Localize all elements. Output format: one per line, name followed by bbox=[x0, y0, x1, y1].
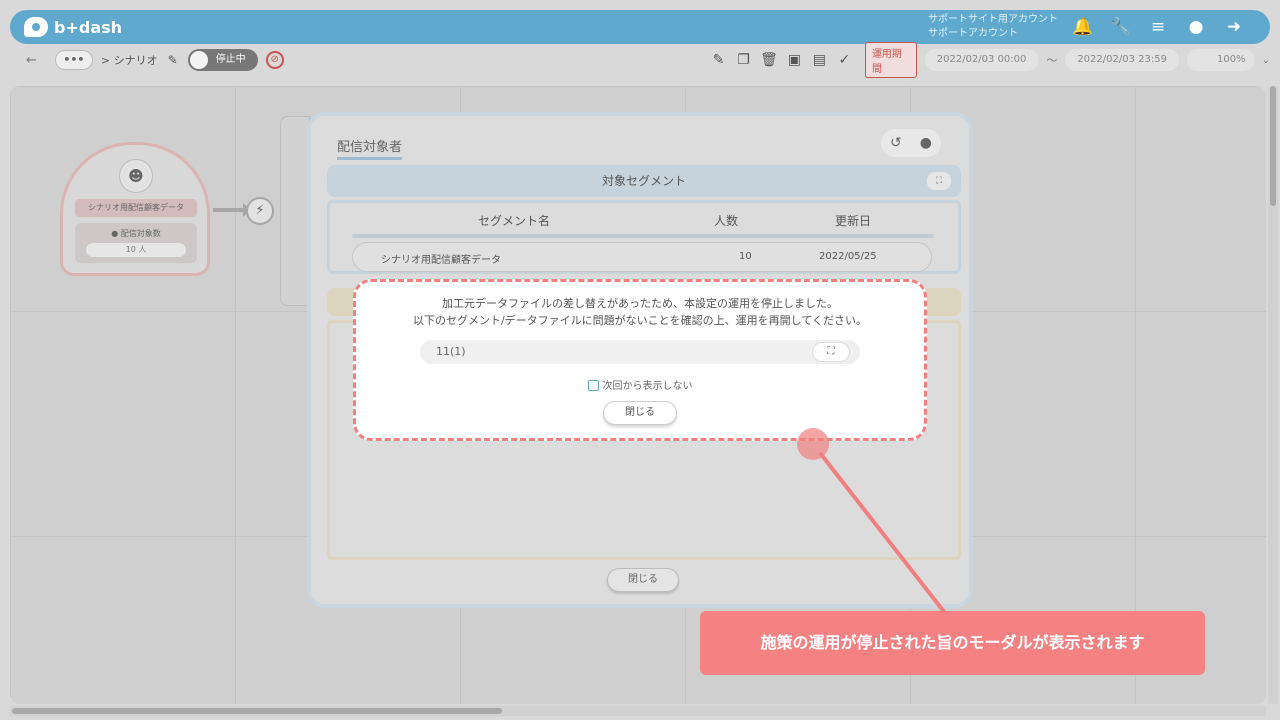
period-button[interactable]: 運用期間 bbox=[864, 42, 917, 78]
bell-icon[interactable]: 🔔 bbox=[1072, 17, 1093, 37]
account-line2: サポートアカウント bbox=[928, 28, 1018, 39]
segment-node[interactable]: ☻ シナリオ用配信顧客データ ● 配信対象数 10 人 bbox=[60, 142, 210, 276]
chat-icon[interactable]: ● bbox=[920, 135, 932, 151]
table-header-divider bbox=[352, 234, 934, 238]
expand-icon[interactable]: ⛶ bbox=[927, 172, 951, 190]
horizontal-scroll-thumb[interactable] bbox=[12, 708, 502, 714]
checkbox-label: 次回から表示しない bbox=[602, 381, 693, 392]
end-date-field[interactable]: 2022/02/03 23:59 bbox=[1065, 49, 1179, 71]
chat-icon[interactable]: ● bbox=[1186, 17, 1206, 37]
segment-table: セグメント名 人数 更新日 シナリオ用配信顧客データ 10 2022/05/25 bbox=[327, 200, 961, 274]
logo-text: b+dash bbox=[54, 17, 123, 37]
breadcrumb-scenario[interactable]: > シナリオ bbox=[101, 52, 158, 68]
person-icon: ● bbox=[111, 229, 119, 238]
account-info[interactable]: サポートサイト用アカウント サポートアカウント bbox=[928, 13, 1058, 41]
lightning-icon[interactable]: ⚡ bbox=[246, 197, 274, 225]
alert-file-item[interactable]: 11(1) ⛶ bbox=[420, 340, 860, 364]
node-count-value: 10 人 bbox=[86, 243, 186, 257]
copy-icon[interactable]: ❐ bbox=[735, 52, 752, 68]
logout-icon[interactable]: ➜ bbox=[1224, 17, 1244, 37]
modal-close-button[interactable]: 閉じる bbox=[607, 568, 679, 592]
column-header-updated: 更新日 bbox=[835, 214, 872, 228]
group-icon: ☻ bbox=[119, 159, 153, 193]
column-header-segment-name: セグメント名 bbox=[478, 214, 551, 228]
logo[interactable]: b+dash bbox=[24, 17, 122, 37]
node-name: シナリオ用配信顧客データ bbox=[75, 199, 197, 217]
date-range-separator: 〜 bbox=[1046, 54, 1058, 67]
logo-icon bbox=[24, 17, 48, 37]
document-icon[interactable]: ▤ bbox=[811, 52, 828, 68]
dont-show-again-checkbox[interactable]: 次回から表示しない bbox=[353, 377, 927, 392]
edit-pencil-icon[interactable]: ✎ bbox=[168, 53, 178, 67]
operation-stopped-alert: 加工元データファイルの差し替えがあったため、本設定の運用を停止しました。 以下の… bbox=[353, 279, 927, 441]
check-circle-icon[interactable]: ✓ bbox=[836, 52, 853, 68]
row-segment-name: シナリオ用配信顧客データ bbox=[381, 255, 501, 266]
modal-header-actions: ↺ ● bbox=[881, 129, 941, 157]
breadcrumb-more-button[interactable]: ••• bbox=[54, 50, 93, 70]
toolbar: ← ••• > シナリオ ✎ 停止中 ⊘ ✎ ❐ 🗑 ▣ ▤ ✓ 運用期間 20… bbox=[10, 42, 1270, 78]
annotation-callout: 施策の運用が停止された旨のモーダルが表示されます bbox=[700, 611, 1205, 675]
top-header: b+dash サポートサイト用アカウント サポートアカウント 🔔 🔧 ≡ ● ➜ bbox=[10, 10, 1270, 44]
node-palette[interactable] bbox=[280, 116, 310, 306]
chevron-down-icon[interactable]: ⌄ bbox=[1262, 55, 1270, 66]
grid-icon[interactable]: ≡ bbox=[1148, 17, 1168, 37]
horizontal-scrollbar[interactable] bbox=[10, 706, 1266, 716]
alert-message-line2: 以下のセグメント/データファイルに問題がないことを確認の上、運用を再開してくださ… bbox=[412, 314, 868, 327]
start-date-field[interactable]: 2022/02/03 00:00 bbox=[924, 49, 1039, 71]
alert-file-name: 11(1) bbox=[436, 345, 466, 358]
node-count-label: 配信対象数 bbox=[120, 229, 161, 238]
segment-section-header: 対象セグメント ⛶ bbox=[327, 165, 961, 197]
edit-icon[interactable]: ✎ bbox=[710, 52, 727, 68]
connector-arrow bbox=[213, 203, 251, 217]
table-row[interactable]: シナリオ用配信顧客データ 10 2022/05/25 bbox=[352, 242, 932, 272]
column-header-count: 人数 bbox=[714, 214, 739, 228]
modal-title: 配信対象者 bbox=[337, 136, 403, 160]
back-arrow-icon[interactable]: ← bbox=[26, 53, 37, 68]
alert-message: 加工元データファイルの差し替えがあったため、本設定の運用を停止しました。 以下の… bbox=[353, 295, 927, 329]
stop-prohibited-icon[interactable]: ⊘ bbox=[265, 51, 284, 69]
checkbox-icon[interactable] bbox=[587, 380, 599, 391]
status-toggle[interactable]: 停止中 bbox=[187, 49, 258, 71]
row-count: 10 bbox=[739, 251, 752, 262]
row-updated: 2022/05/25 bbox=[819, 251, 877, 262]
alert-close-button[interactable]: 閉じる bbox=[603, 401, 677, 425]
alert-message-line1: 加工元データファイルの差し替えがあったため、本設定の運用を停止しました。 bbox=[442, 297, 838, 310]
trash-icon[interactable]: 🗑 bbox=[760, 52, 778, 68]
account-line1: サポートサイト用アカウント bbox=[928, 14, 1058, 25]
vertical-scroll-thumb[interactable] bbox=[1270, 86, 1276, 206]
archive-icon[interactable]: ▣ bbox=[786, 52, 803, 68]
zoom-select[interactable]: 100% bbox=[1186, 49, 1254, 71]
vertical-scrollbar[interactable] bbox=[1268, 86, 1278, 704]
history-icon[interactable]: ↺ bbox=[890, 135, 902, 151]
segment-section-title: 対象セグメント bbox=[601, 174, 686, 188]
node-count-box: ● 配信対象数 10 人 bbox=[75, 223, 197, 263]
expand-icon[interactable]: ⛶ bbox=[812, 342, 850, 362]
wrench-icon[interactable]: 🔧 bbox=[1110, 17, 1131, 37]
